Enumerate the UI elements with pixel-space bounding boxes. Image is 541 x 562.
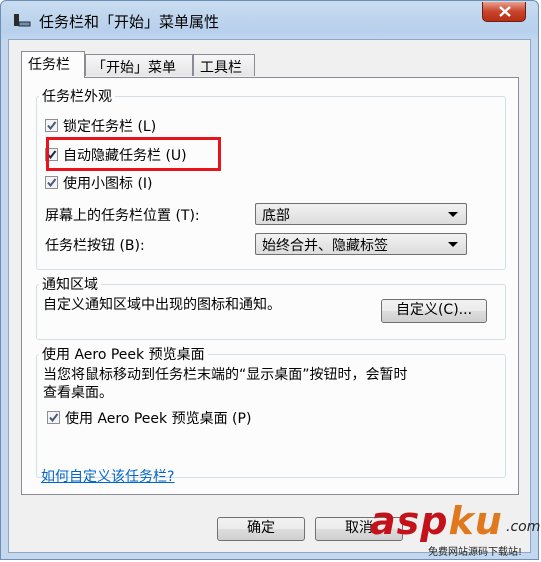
watermark-logo: aspku .com 免费网站源码下载站! [370,499,541,562]
watermark-dotcom: .com [506,519,541,535]
aero-peek-description-line1: 当您将鼠标移动到任务栏末端的“显示桌面”按钮时，会暂时 [43,367,408,383]
aero-peek-checkbox-label[interactable]: 使用 Aero Peek 预览桌面 (P) [65,408,251,428]
dropdown-arrow-icon [448,242,458,247]
lock-taskbar-checkbox[interactable] [45,119,58,132]
help-link[interactable]: 如何自定义该任务栏? [41,466,174,486]
aero-peek-group-title: 使用 Aero Peek 预览桌面 [39,344,208,364]
appearance-group: 任务栏外观 锁定任务栏 (L) 自动隐藏任务栏 (U) 使用小图标 (I) 屏幕… [36,86,506,270]
taskbar-position-value: 底部 [262,208,290,224]
dialog-window: 任务栏和「开始」菜单属性 任务栏 「开始」菜单 工具栏 任务栏外观 锁定任务栏 … [0,0,539,560]
taskbar-buttons-select[interactable]: 始终合并、隐藏标签 [255,233,467,255]
lock-taskbar-label[interactable]: 锁定任务栏 (L) [63,116,156,136]
dialog-client-area: 任务栏 「开始」菜单 工具栏 任务栏外观 锁定任务栏 (L) 自动隐藏任务栏 (… [8,39,531,553]
aero-peek-description-line2: 查看桌面。 [43,385,113,401]
watermark-brand: aspku [370,499,503,543]
watermark-tagline: 免费网站源码下载站! [428,547,523,558]
taskbar-buttons-value: 始终合并、隐藏标签 [262,238,388,254]
taskbar-buttons-label: 任务栏按钮 (B): [45,238,145,254]
taskbar-position-select[interactable]: 底部 [255,203,467,225]
tab-label: 工具栏 [200,60,242,76]
close-button[interactable] [482,2,526,22]
annotation-highlight-box [46,137,221,171]
notification-group: 通知区域 自定义通知区域中出现的图标和通知。 自定义(C)... [36,274,506,340]
tab-taskbar[interactable]: 任务栏 [21,51,85,78]
tab-label: 任务栏 [28,57,70,73]
checkmark-icon [47,121,57,131]
checkmark-icon [49,413,59,423]
window-title: 任务栏和「开始」菜单属性 [39,13,220,31]
notification-description: 自定义通知区域中出现的图标和通知。 [43,297,281,313]
tab-label: 「开始」菜单 [92,60,176,76]
app-icon [14,14,31,27]
small-icons-label[interactable]: 使用小图标 (I) [63,173,153,193]
customize-button[interactable]: 自定义(C)... [381,299,487,323]
appearance-group-title: 任务栏外观 [39,86,115,106]
checkmark-icon [47,178,57,188]
tab-start-menu[interactable]: 「开始」菜单 [85,54,193,76]
taskbar-position-label: 屏幕上的任务栏位置 (T): [45,208,200,224]
ok-button[interactable]: 确定 [217,517,305,541]
watermark-brand-asp: asp [370,499,449,543]
aero-peek-group: 使用 Aero Peek 预览桌面 当您将鼠标移动到任务栏末端的“显示桌面”按钮… [36,344,506,478]
dropdown-arrow-icon [448,212,458,217]
notification-group-title: 通知区域 [39,274,101,294]
watermark-brand-ku: ku [448,499,503,543]
small-icons-checkbox[interactable] [45,176,58,189]
title-bar[interactable]: 任务栏和「开始」菜单属性 [1,1,538,39]
tab-toolbars[interactable]: 工具栏 [193,54,255,76]
close-icon [499,6,511,17]
aero-peek-checkbox[interactable] [47,411,60,424]
